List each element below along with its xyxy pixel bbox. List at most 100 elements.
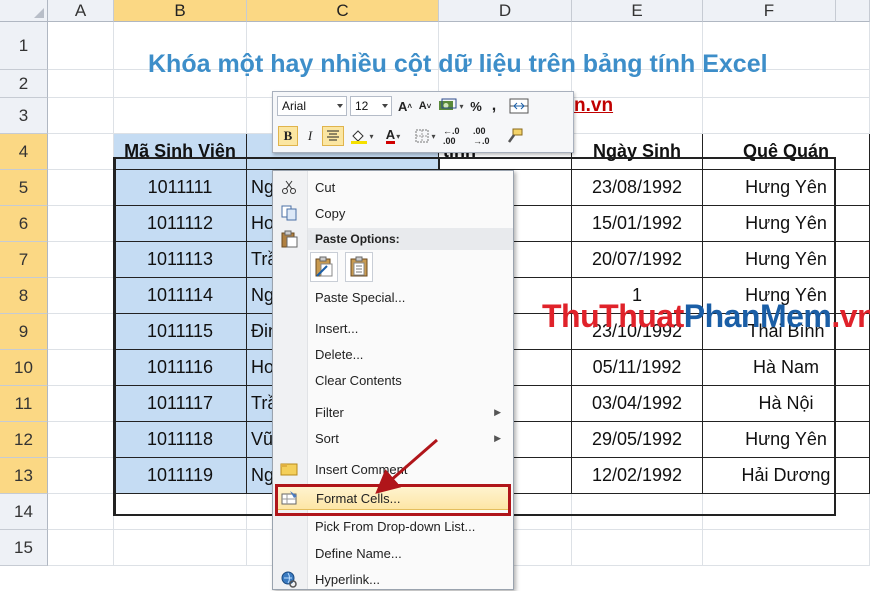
fill-color-icon[interactable]: ▾ — [347, 126, 377, 146]
cell[interactable] — [48, 134, 114, 170]
table-cell-hometown[interactable]: Hưng Yên — [703, 242, 870, 278]
font-name-box[interactable]: Arial — [277, 96, 347, 116]
row-header-9[interactable]: 9 — [0, 314, 48, 350]
cell[interactable] — [114, 494, 247, 530]
cell[interactable] — [114, 98, 247, 134]
cell[interactable] — [48, 22, 114, 70]
table-cell-student-id[interactable]: 1011111 — [114, 170, 247, 206]
italic-button[interactable]: I — [301, 126, 319, 146]
table-cell-birthdate[interactable]: 29/05/1992 — [572, 422, 703, 458]
row-header-15[interactable]: 15 — [0, 530, 48, 566]
table-cell-student-id[interactable]: 1011112 — [114, 206, 247, 242]
row-header-3[interactable]: 3 — [0, 98, 48, 134]
table-cell-student-id[interactable]: 1011117 — [114, 386, 247, 422]
column-header-c[interactable]: C — [247, 0, 439, 22]
menu-item-clear-contents[interactable]: Clear Contents — [273, 368, 513, 392]
menu-item-sort[interactable]: Sort ▶ — [273, 426, 513, 450]
cell[interactable] — [48, 386, 114, 422]
menu-item-copy[interactable]: Copy — [273, 201, 513, 225]
column-header-a[interactable]: A — [48, 0, 114, 22]
table-cell-hometown[interactable]: Hải Dương — [703, 458, 870, 494]
cell[interactable] — [572, 494, 703, 530]
column-header-next[interactable] — [836, 0, 870, 22]
row-header-8[interactable]: 8 — [0, 278, 48, 314]
table-cell-birthdate[interactable]: 23/08/1992 — [572, 170, 703, 206]
menu-item-define-name[interactable]: Define Name... — [273, 541, 513, 565]
currency-format-icon[interactable]: ▾ — [436, 96, 466, 116]
row-header-4[interactable]: 4 — [0, 134, 48, 170]
cell[interactable] — [48, 170, 114, 206]
header-cell-ma-sinh-vien[interactable]: Mã Sinh Viên — [114, 134, 247, 170]
column-header-f[interactable]: F — [703, 0, 836, 22]
cell[interactable] — [48, 422, 114, 458]
row-header-6[interactable]: 6 — [0, 206, 48, 242]
percent-style-button[interactable]: % — [468, 96, 484, 116]
cell[interactable] — [703, 98, 870, 134]
table-cell-student-id[interactable]: 1011114 — [114, 278, 247, 314]
row-header-5[interactable]: 5 — [0, 170, 48, 206]
table-cell-student-id[interactable]: 1011113 — [114, 242, 247, 278]
table-cell-birthdate[interactable]: 12/02/1992 — [572, 458, 703, 494]
row-header-14[interactable]: 14 — [0, 494, 48, 530]
grow-font-icon[interactable]: A ˄ — [396, 96, 414, 116]
shrink-font-icon[interactable]: A ˅ — [416, 96, 434, 116]
table-cell-student-id[interactable]: 1011118 — [114, 422, 247, 458]
table-cell-birthdate[interactable]: 15/01/1992 — [572, 206, 703, 242]
column-header-d[interactable]: D — [439, 0, 572, 22]
paste-default-icon[interactable] — [310, 252, 338, 282]
row-header-7[interactable]: 7 — [0, 242, 48, 278]
menu-item-cut[interactable]: Cut — [273, 175, 513, 199]
font-size-box[interactable]: 12 — [350, 96, 392, 116]
merge-cells-icon[interactable] — [507, 96, 531, 116]
table-cell-birthdate[interactable]: 05/11/1992 — [572, 350, 703, 386]
row-header-13[interactable]: 13 — [0, 458, 48, 494]
increase-decimal-button[interactable]: ←.0 .00 — [443, 126, 471, 146]
cell[interactable] — [48, 206, 114, 242]
menu-item-delete[interactable]: Delete... — [273, 342, 513, 366]
table-cell-hometown[interactable]: Hưng Yên — [703, 170, 870, 206]
column-header-e[interactable]: E — [572, 0, 703, 22]
cell[interactable] — [48, 70, 114, 98]
menu-item-pick-list[interactable]: Pick From Drop-down List... — [273, 514, 513, 538]
table-cell-birthdate[interactable]: 20/07/1992 — [572, 242, 703, 278]
row-header-12[interactable]: 12 — [0, 422, 48, 458]
table-cell-hometown[interactable]: Hà Nam — [703, 350, 870, 386]
row-header-1[interactable]: 1 — [0, 22, 48, 70]
menu-item-insert-comment[interactable]: Insert Comment — [273, 457, 513, 481]
cell[interactable] — [48, 350, 114, 386]
center-align-icon[interactable] — [322, 126, 344, 146]
cell[interactable] — [114, 530, 247, 566]
borders-icon[interactable]: ▾ — [410, 126, 440, 146]
font-color-icon[interactable]: A ▾ — [379, 126, 407, 146]
cell[interactable] — [48, 494, 114, 530]
menu-item-format-cells[interactable]: Format Cells... — [276, 486, 510, 510]
cell[interactable] — [703, 530, 870, 566]
cell[interactable] — [48, 242, 114, 278]
decrease-decimal-button[interactable]: .00 →.0 — [473, 126, 501, 146]
table-cell-hometown[interactable]: Hưng Yên — [703, 422, 870, 458]
header-cell-ngay-sinh[interactable]: Ngày Sinh — [572, 134, 703, 170]
cell[interactable] — [48, 278, 114, 314]
table-cell-hometown[interactable]: Hà Nội — [703, 386, 870, 422]
table-cell-hometown[interactable]: Hưng Yên — [703, 206, 870, 242]
cell[interactable] — [48, 98, 114, 134]
select-all-corner[interactable] — [0, 0, 48, 22]
menu-item-hyperlink[interactable]: Hyperlink... — [273, 567, 513, 591]
cell[interactable] — [48, 314, 114, 350]
row-header-10[interactable]: 10 — [0, 350, 48, 386]
paste-values-icon[interactable] — [345, 252, 373, 282]
table-cell-birthdate[interactable]: 03/04/1992 — [572, 386, 703, 422]
menu-item-insert[interactable]: Insert... — [273, 316, 513, 340]
table-cell-student-id[interactable]: 1011116 — [114, 350, 247, 386]
bold-button[interactable]: B — [278, 126, 298, 146]
row-header-2[interactable]: 2 — [0, 70, 48, 98]
menu-item-paste-special[interactable]: Paste Special... — [273, 285, 513, 309]
cell[interactable] — [703, 494, 870, 530]
comma-style-button[interactable]: , — [486, 96, 502, 116]
cell[interactable] — [48, 458, 114, 494]
format-painter-icon[interactable] — [504, 126, 526, 146]
row-header-11[interactable]: 11 — [0, 386, 48, 422]
cell[interactable] — [572, 530, 703, 566]
cell[interactable] — [48, 530, 114, 566]
column-header-b[interactable]: B — [114, 0, 247, 22]
